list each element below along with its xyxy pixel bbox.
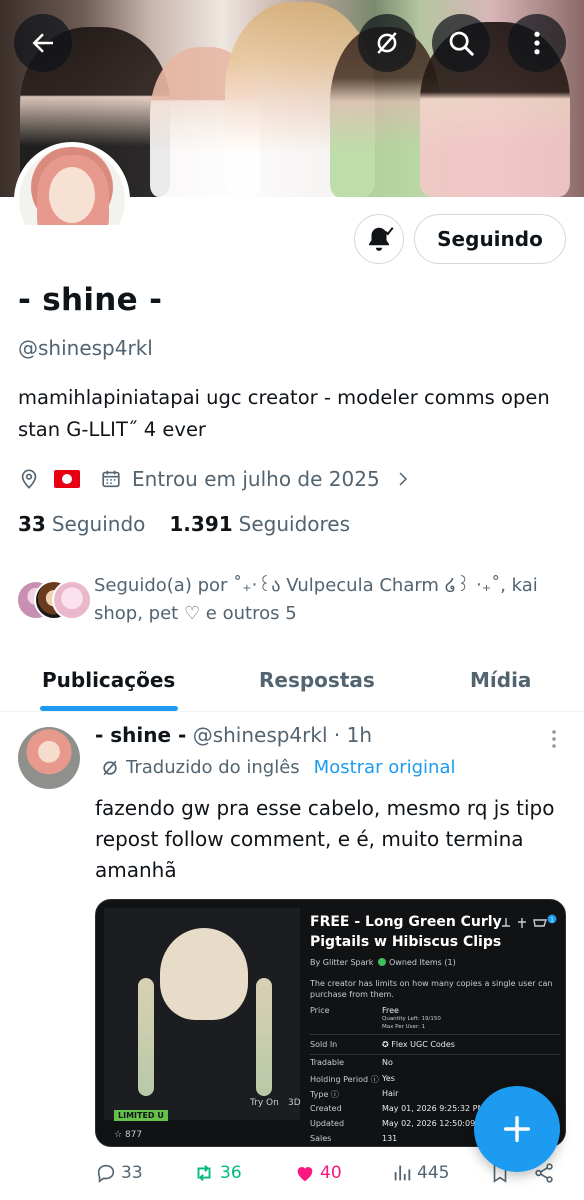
row-label: Updated	[310, 1119, 345, 1128]
followers-count-link[interactable]: 1.391 Seguidores	[169, 512, 350, 536]
location-icon	[18, 468, 40, 490]
search-button[interactable]	[432, 14, 490, 72]
followed-by-text: Seguido(a) por ˚₊‧꒰ა Vulpecula Charm ໒꒱ …	[94, 575, 538, 624]
show-original-link[interactable]: Mostrar original	[314, 757, 456, 778]
post-time: · 1h	[333, 723, 373, 747]
owned-items: Owned Items (1)	[378, 958, 456, 967]
row-label: Sold In	[310, 1040, 338, 1049]
profile-tabs: Publicações Respostas Mídia	[0, 648, 584, 712]
post-header: - shine - @shinesp4rkl · 1h	[95, 723, 372, 747]
row-label: Price	[310, 1006, 330, 1015]
following-count-link[interactable]: 33 Seguindo	[18, 512, 145, 536]
follow-counts: 33 Seguindo 1.391 Seguidores	[18, 512, 350, 536]
profile-name: - shine -	[18, 282, 163, 318]
bell-check-icon	[369, 227, 394, 251]
hair-model	[160, 928, 248, 1020]
profile-meta: Entrou em julho de 2025	[18, 464, 412, 494]
tunisia-flag-icon	[54, 470, 80, 488]
tab-respostas[interactable]: Respostas	[259, 648, 375, 712]
followed-by[interactable]: Seguido(a) por ˚₊‧꒰ა Vulpecula Charm ໒꒱ …	[16, 572, 576, 628]
cart-badge: 1	[550, 917, 554, 924]
following-button[interactable]: Seguindo	[414, 214, 566, 264]
avatar	[52, 580, 92, 620]
post-author-handle[interactable]: @shinesp4rkl	[193, 723, 328, 747]
profile-handle: @shinesp4rkl	[18, 336, 153, 360]
profile-bio: mamihlapiniatapai ugc creator - modeler …	[18, 386, 550, 441]
calendar-icon	[100, 468, 122, 490]
max-per-user: Max Per User: 1	[382, 1024, 426, 1030]
like-button[interactable]: 40	[294, 1162, 342, 1184]
row-label: Sales	[310, 1134, 332, 1143]
limited-badge: LIMITED U	[114, 1110, 168, 1121]
try-on-label: Try On	[250, 1098, 279, 1108]
notifications-button[interactable]	[354, 214, 404, 264]
views-icon	[394, 1165, 411, 1181]
views-button[interactable]: 445	[391, 1162, 449, 1184]
repost-icon	[197, 1165, 211, 1181]
post-author-name[interactable]: - shine -	[95, 723, 186, 747]
arrow-left-icon	[32, 33, 53, 53]
translate-off-icon	[377, 32, 397, 54]
quantity-left: Quantity Left: 19/150	[382, 1016, 441, 1022]
reply-icon	[97, 1164, 115, 1183]
row-value: Hair	[382, 1089, 399, 1098]
translation-notice: Traduzido do inglês Mostrar original	[100, 757, 455, 778]
row-value: Yes	[382, 1074, 395, 1083]
row-value: No	[382, 1058, 393, 1067]
more-options-button[interactable]	[508, 14, 566, 72]
translated-label: Traduzido do inglês	[126, 757, 300, 778]
item-creator: By Glitter Spark	[310, 958, 374, 967]
row-label: Type ⓘ	[310, 1090, 339, 1099]
active-tab-indicator	[40, 706, 178, 711]
joined-date: Entrou em julho de 2025	[132, 467, 380, 491]
more-vertical-icon	[552, 730, 556, 748]
back-button[interactable]	[14, 14, 72, 72]
item-preview: LIMITED U Try On 3D ☆ 877	[104, 908, 301, 1140]
row-value: ✪ Flex UGC Codes	[382, 1040, 455, 1049]
favorites-count: ☆ 877	[114, 1130, 143, 1140]
compose-button[interactable]	[474, 1086, 560, 1172]
row-label: Tradable	[310, 1058, 345, 1067]
item-title: FREE - Long Green Curly Pigtails w Hibis…	[310, 914, 502, 950]
row-value: May 01, 2026 9:25:32 PM	[382, 1104, 485, 1113]
row-value: Free	[382, 1006, 399, 1015]
row-value: 131	[382, 1134, 398, 1143]
plus-icon	[503, 1115, 531, 1143]
profile-avatar[interactable]	[14, 142, 130, 258]
tab-midia[interactable]: Mídia	[470, 648, 531, 712]
item-header-icons: 1	[498, 914, 558, 932]
row-label: Holding Period ⓘ	[310, 1075, 379, 1084]
post-author-avatar[interactable]	[18, 727, 80, 789]
reply-button[interactable]: 33	[95, 1162, 143, 1184]
post-text: fazendo gw pra esse cabelo, mesmo rq js …	[95, 796, 555, 882]
search-icon	[449, 31, 474, 56]
repost-button[interactable]: 36	[192, 1162, 242, 1184]
translate-off-icon	[103, 760, 117, 775]
post-more-button[interactable]	[545, 727, 563, 751]
row-label: Created	[310, 1104, 342, 1113]
3d-label: 3D	[288, 1098, 301, 1108]
translate-toggle-button[interactable]	[358, 14, 416, 72]
heart-filled-icon	[297, 1167, 313, 1182]
limit-note: The creator has limits on how many copie…	[310, 979, 553, 999]
chevron-right-icon[interactable]	[394, 470, 412, 488]
more-vertical-icon	[534, 31, 540, 55]
tab-publicacoes[interactable]: Publicações	[42, 648, 175, 712]
